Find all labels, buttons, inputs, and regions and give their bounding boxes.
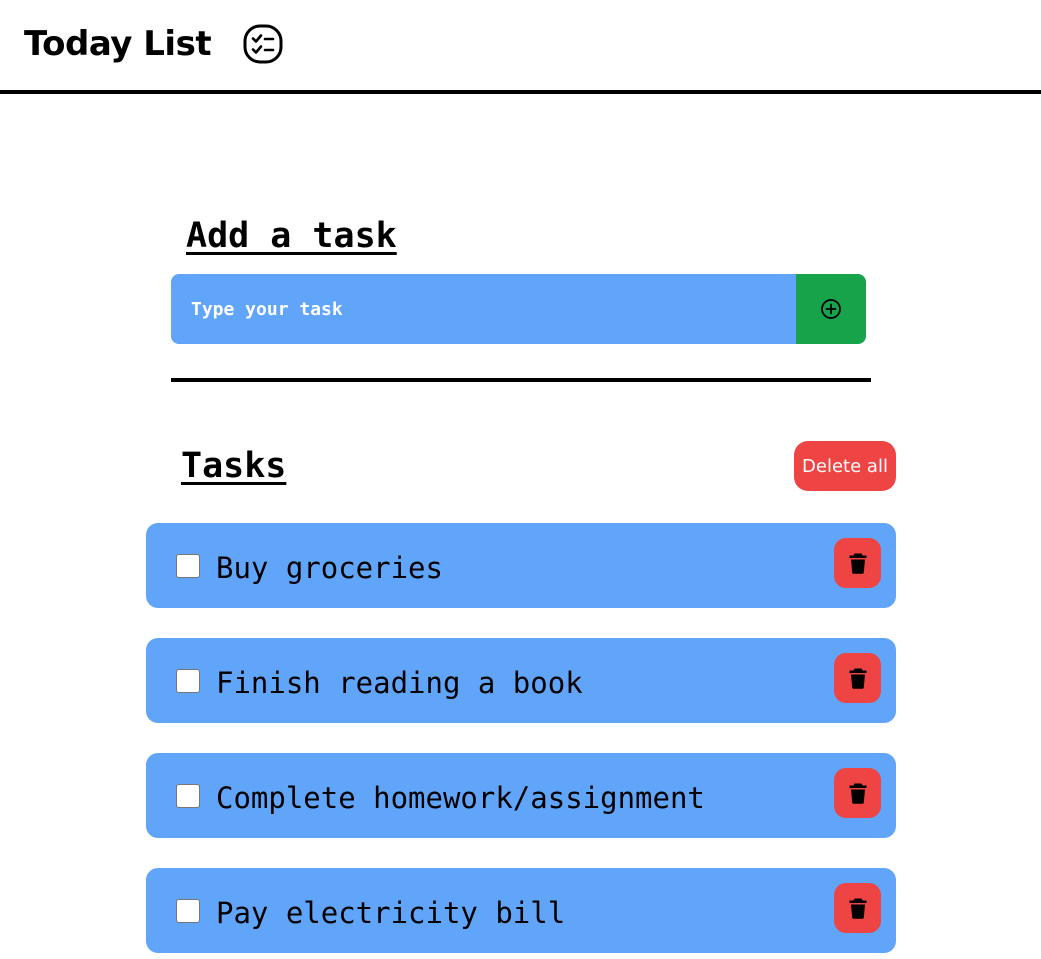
add-task-heading: Add a task (186, 216, 397, 256)
task-item: Complete homework/assignment (146, 753, 896, 838)
task-input[interactable] (171, 274, 796, 344)
checklist-icon (242, 23, 284, 65)
section-divider (171, 378, 871, 382)
add-task-form (171, 274, 866, 344)
task-item: Pay electricity bill (146, 868, 896, 953)
delete-task-button[interactable] (834, 768, 881, 818)
task-text: Pay electricity bill (216, 896, 566, 930)
task-text: Complete homework/assignment (216, 781, 705, 815)
plus-circle-icon (820, 298, 842, 320)
tasks-heading: Tasks (181, 446, 287, 486)
task-checkbox[interactable] (176, 899, 200, 923)
task-list: Buy groceries Finish reading a book Comp… (146, 523, 896, 959)
delete-all-button[interactable]: Delete all (794, 441, 896, 491)
trash-icon (849, 783, 867, 804)
task-text: Buy groceries (216, 551, 443, 585)
task-text: Finish reading a book (216, 666, 583, 700)
app-header: Today List (0, 0, 1041, 94)
delete-task-button[interactable] (834, 883, 881, 933)
app-title: Today List (24, 24, 212, 64)
task-item: Buy groceries (146, 523, 896, 608)
delete-task-button[interactable] (834, 653, 881, 703)
trash-icon (849, 668, 867, 689)
add-task-button[interactable] (796, 274, 866, 344)
trash-icon (849, 898, 867, 919)
delete-task-button[interactable] (834, 538, 881, 588)
task-checkbox[interactable] (176, 784, 200, 808)
trash-icon (849, 553, 867, 574)
task-item: Finish reading a book (146, 638, 896, 723)
task-checkbox[interactable] (176, 669, 200, 693)
task-checkbox[interactable] (176, 554, 200, 578)
